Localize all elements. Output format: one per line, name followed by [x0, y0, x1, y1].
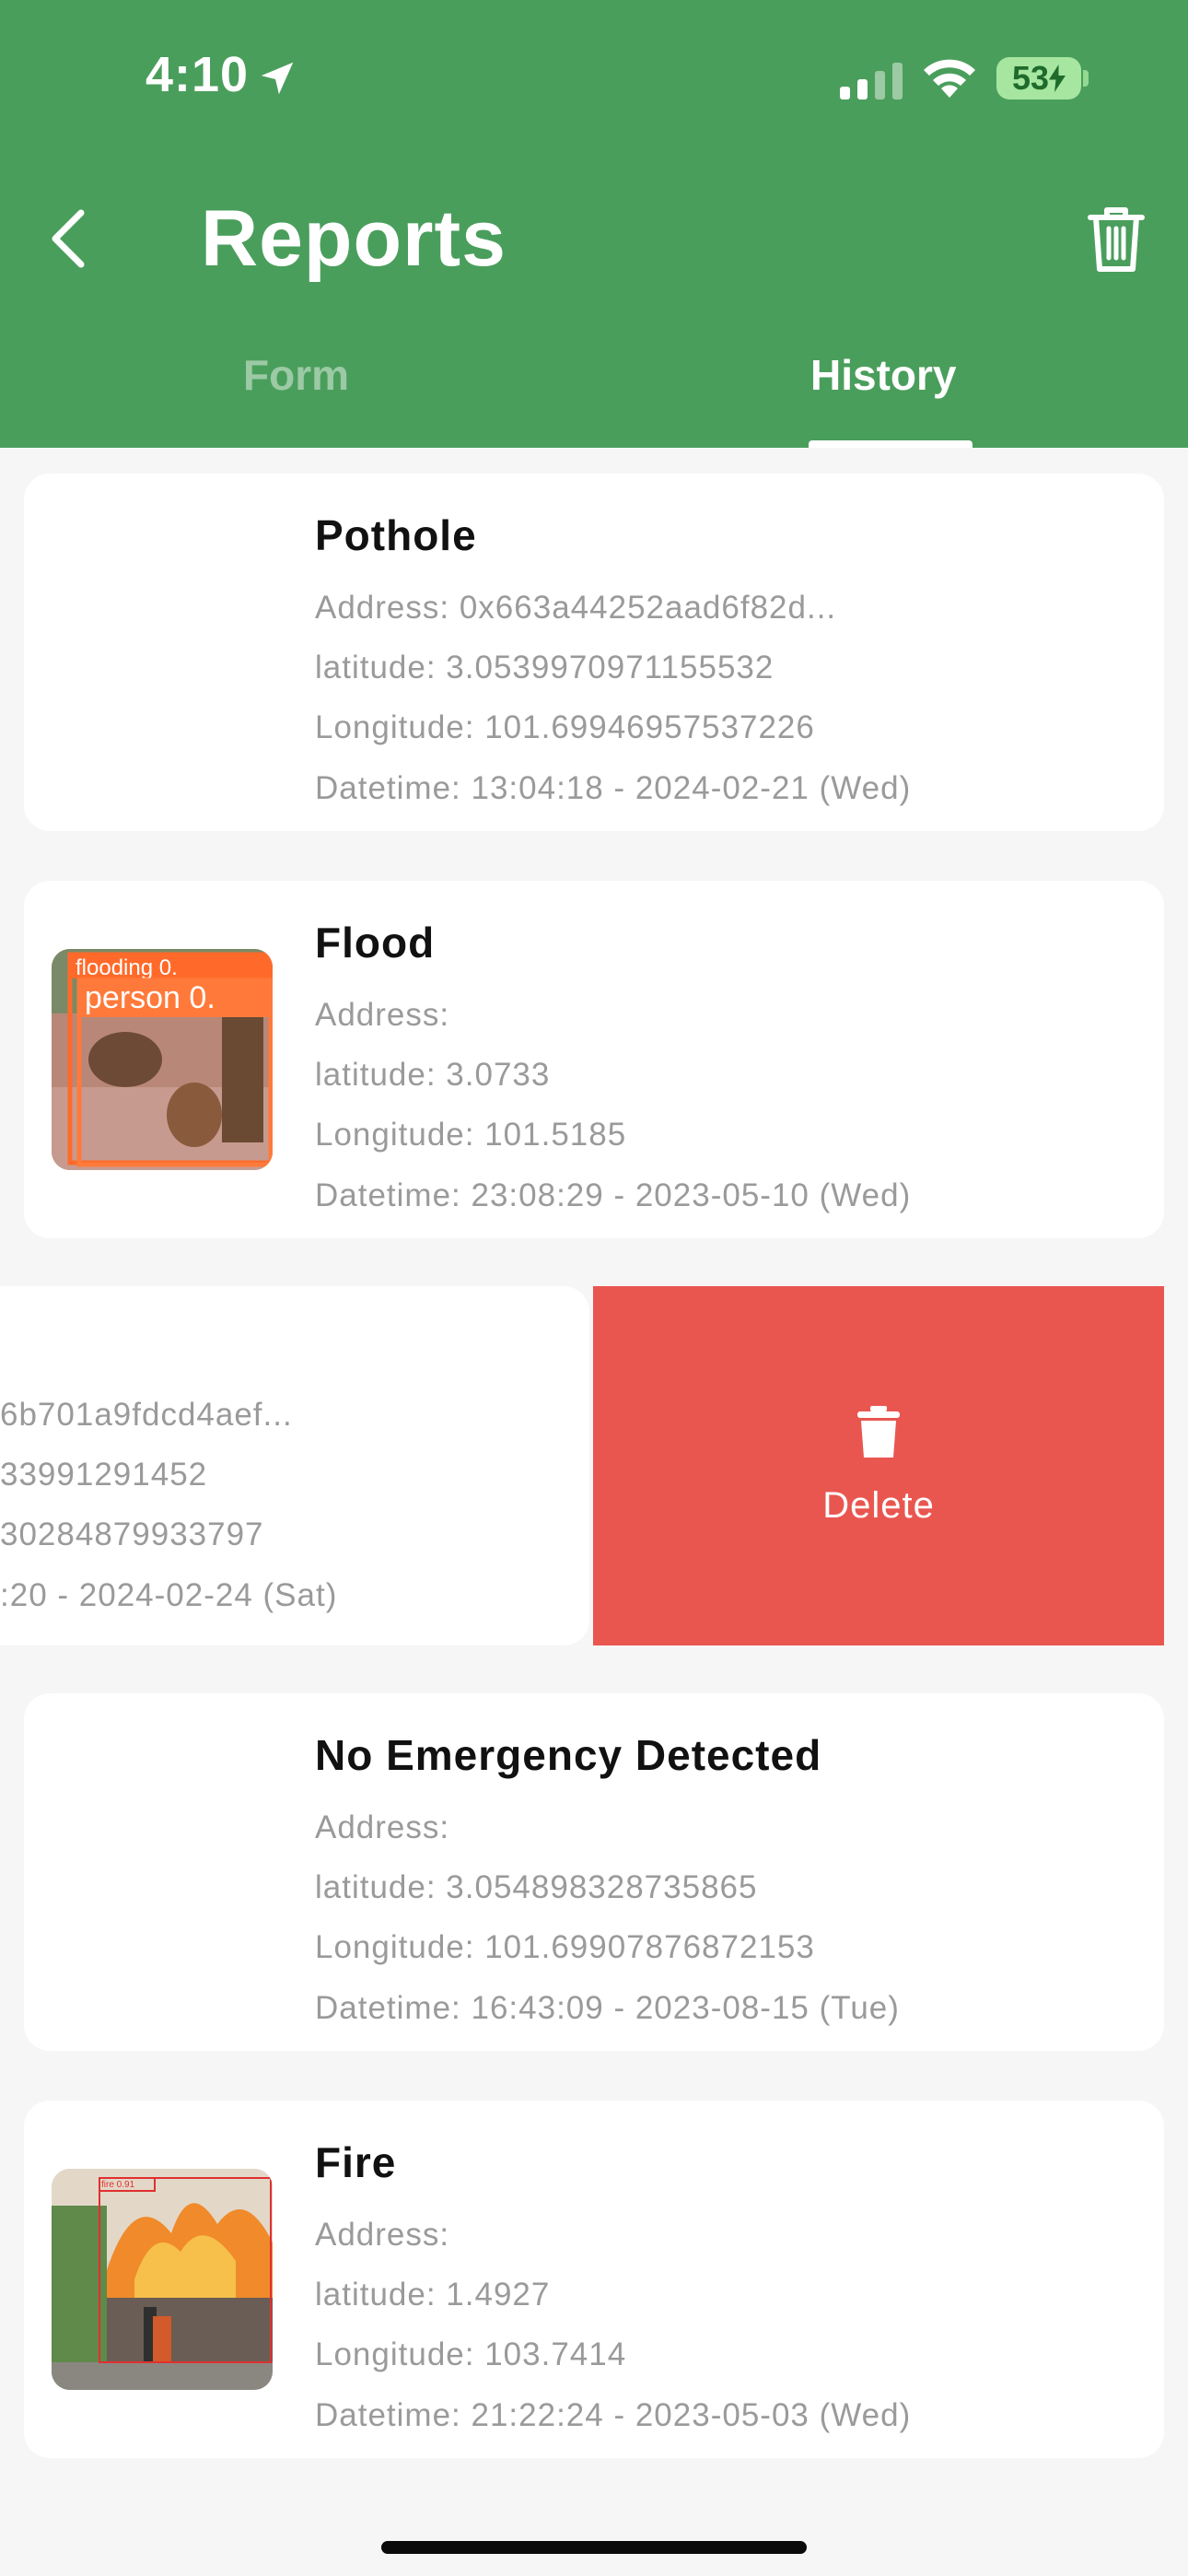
app-screen: 4:10 53 Reports Form History Pothole Add… [0, 0, 1188, 2576]
charging-bolt-icon [1049, 64, 1066, 92]
back-button[interactable] [48, 197, 112, 280]
report-latitude: latitude: 3.0539970971155532 [315, 650, 775, 685]
detection-label-flooding: flooding 0. [76, 955, 178, 980]
report-address: Address: 0x663a44252aad6f82d... [315, 590, 837, 626]
report-datetime: Datetime: 13:04:18 - 2024-02-21 (Wed) [315, 770, 912, 806]
report-longitude: 30284879933797 [0, 1516, 264, 1552]
page-title: Reports [201, 194, 507, 283]
tab-form[interactable]: Form [243, 350, 349, 400]
status-bar: 4:10 53 [0, 0, 1188, 166]
report-title: Fire [315, 2138, 397, 2186]
report-card-pothole[interactable]: Pothole Address: 0x663a44252aad6f82d... … [24, 474, 1164, 831]
report-latitude: latitude: 3.0733 [315, 1057, 551, 1093]
report-longitude: Longitude: 103.7414 [315, 2336, 627, 2372]
report-datetime: Datetime: 23:08:29 - 2023-05-10 (Wed) [315, 1177, 912, 1213]
header: 4:10 53 Reports Form History [0, 0, 1188, 448]
report-address: Address: [315, 1809, 450, 1845]
trash-icon [857, 1405, 900, 1458]
cellular-signal-icon [840, 63, 903, 100]
delete-label: Delete [822, 1484, 935, 1526]
detection-label-person: person 0. [85, 980, 215, 1015]
wifi-icon [924, 59, 975, 98]
report-address: Address: [315, 997, 450, 1033]
report-card-flood[interactable]: flooding 0. person 0. Flood Address: lat… [24, 881, 1164, 1238]
report-card-no-emergency[interactable]: No Emergency Detected Address: latitude:… [24, 1693, 1164, 2051]
report-address: 6b701a9fdcd4aef... [0, 1397, 293, 1433]
active-tab-indicator [809, 440, 973, 448]
detection-label-fire: fire 0.91 [101, 2180, 135, 2190]
tab-history[interactable]: History [810, 350, 956, 400]
report-datetime: Datetime: 21:22:24 - 2023-05-03 (Wed) [315, 2397, 912, 2433]
report-latitude: latitude: 1.4927 [315, 2277, 551, 2313]
location-arrow-icon [261, 62, 294, 95]
report-title: Pothole [315, 511, 477, 559]
report-longitude: Longitude: 101.69907876872153 [315, 1929, 815, 1965]
status-time: 4:10 [146, 47, 250, 102]
battery-level: 53 [1011, 59, 1050, 97]
battery-indicator: 53 [996, 57, 1081, 100]
report-latitude: 33991291452 [0, 1457, 208, 1493]
report-longitude: Longitude: 101.69946957537226 [315, 709, 815, 745]
delete-all-button[interactable] [1087, 205, 1160, 278]
home-indicator[interactable] [381, 2541, 807, 2554]
report-title: Flood [315, 919, 436, 966]
report-card-fire[interactable]: fire 0.91 Fire Address: latitude: 1.4927… [24, 2101, 1164, 2458]
swipe-delete-button[interactable]: Delete [593, 1286, 1164, 1645]
report-datetime: :20 - 2024-02-24 (Sat) [0, 1577, 338, 1613]
swiped-report-row[interactable]: 6b701a9fdcd4aef... 33991291452 302848799… [0, 1286, 1188, 1645]
report-thumbnail: fire 0.91 [52, 2169, 273, 2390]
trash-icon [1088, 207, 1145, 272]
report-title: No Emergency Detected [315, 1731, 822, 1779]
report-address: Address: [315, 2217, 450, 2253]
report-longitude: Longitude: 101.5185 [315, 1117, 627, 1153]
battery-tip [1083, 70, 1089, 87]
report-thumbnail: flooding 0. person 0. [52, 949, 273, 1170]
chevron-left-icon [52, 209, 85, 268]
report-latitude: latitude: 3.054898328735865 [315, 1869, 758, 1905]
report-card-swiped[interactable]: 6b701a9fdcd4aef... 33991291452 302848799… [0, 1286, 589, 1645]
report-datetime: Datetime: 16:43:09 - 2023-08-15 (Tue) [315, 1990, 900, 2026]
